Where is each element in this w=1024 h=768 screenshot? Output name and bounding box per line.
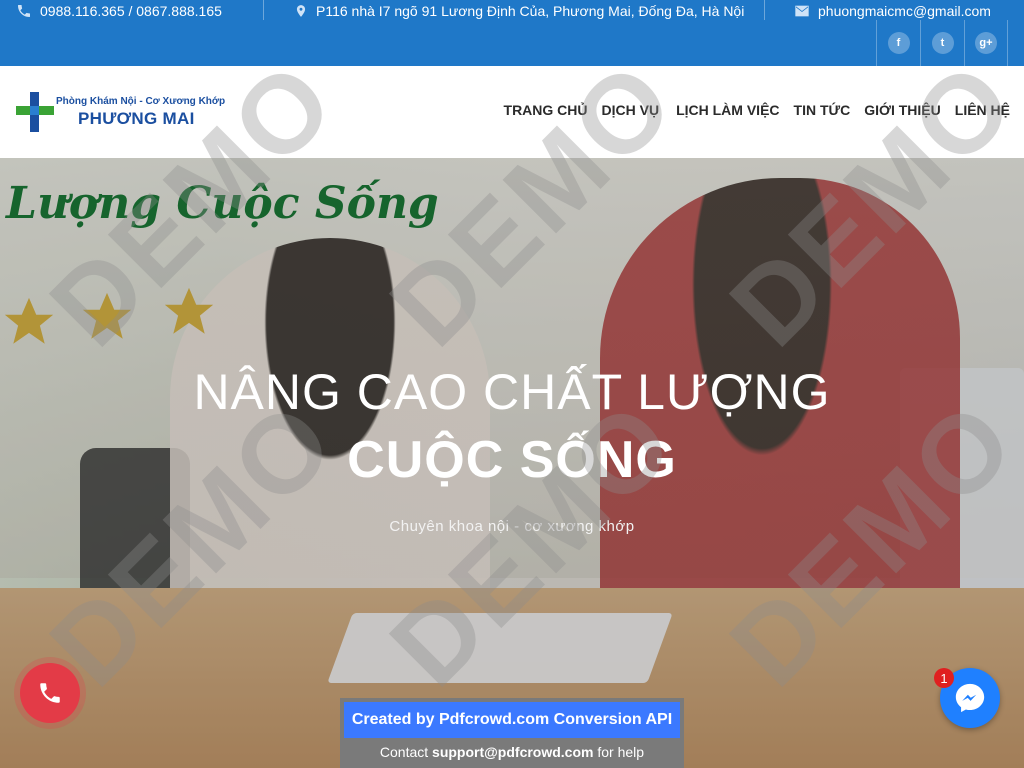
phone-icon bbox=[40, 683, 60, 703]
nav-home[interactable]: TRANG CHỦ bbox=[497, 102, 595, 118]
divider bbox=[263, 0, 264, 20]
site-header: Phòng Khám Nội - Cơ Xương Khớp PHƯƠNG MA… bbox=[0, 66, 1024, 158]
hero-title-line1: NÂNG CAO CHẤT LƯỢNG bbox=[193, 364, 831, 420]
pdfcrowd-contact-prefix: Contact bbox=[379, 744, 433, 760]
pdfcrowd-contact-suffix: for help bbox=[593, 744, 645, 760]
hero-subtitle: Chuyên khoa nội - cơ xương khớp bbox=[389, 518, 635, 535]
logo-name: PHƯƠNG MAI bbox=[78, 109, 195, 128]
twitter-link[interactable]: t bbox=[920, 20, 964, 66]
address-info: P116 nhà I7 ngõ 91 Lương Định Của, Phươn… bbox=[294, 0, 744, 22]
divider bbox=[764, 0, 765, 20]
pdfcrowd-created-link[interactable]: Created by Pdfcrowd.com Conversion API bbox=[344, 702, 680, 738]
google-plus-icon: g+ bbox=[975, 32, 997, 54]
google-plus-link[interactable]: g+ bbox=[964, 20, 1008, 66]
phone-icon bbox=[18, 5, 30, 17]
phone-text: 0988.116.365 / 0867.888.165 bbox=[40, 3, 222, 19]
hero-title-line2: CUỘC SỐNG bbox=[347, 431, 677, 489]
pdfcrowd-support-email[interactable]: support@pdfcrowd.com bbox=[432, 744, 593, 760]
nav-about[interactable]: GIỚI THIỆU bbox=[857, 102, 948, 118]
facebook-link[interactable]: f bbox=[876, 20, 920, 66]
phone-info[interactable]: 0988.116.365 / 0867.888.165 bbox=[16, 0, 222, 22]
top-bar: 0988.116.365 / 0867.888.165 P116 nhà I7 … bbox=[0, 0, 1024, 66]
facebook-icon: f bbox=[887, 32, 910, 54]
logo[interactable]: Phòng Khám Nội - Cơ Xương Khớp PHƯƠNG MA… bbox=[16, 92, 226, 132]
messenger-badge: 1 bbox=[934, 668, 954, 688]
medical-cross-logo-icon bbox=[16, 92, 54, 132]
call-button[interactable] bbox=[20, 663, 80, 723]
logo-tagline: Phòng Khám Nội - Cơ Xương Khớp bbox=[56, 96, 226, 107]
nav-news[interactable]: TIN TỨC bbox=[787, 102, 858, 118]
location-pin-icon bbox=[296, 5, 306, 17]
address-text: P116 nhà I7 ngõ 91 Lương Định Của, Phươn… bbox=[316, 3, 745, 19]
mail-icon bbox=[795, 5, 809, 17]
email-info[interactable]: phuongmaicmc@gmail.com bbox=[794, 0, 991, 22]
email-text: phuongmaicmc@gmail.com bbox=[818, 3, 991, 19]
main-nav: TRANG CHỦ DỊCH VỤ LỊCH LÀM VIỆC TIN TỨC … bbox=[497, 102, 1010, 118]
nav-services[interactable]: DỊCH VỤ bbox=[595, 102, 667, 118]
messenger-icon bbox=[955, 683, 985, 713]
hero-banner: Lượng Cuộc Sống NÂNG CAO CHẤT LƯỢNG CUỘC… bbox=[0, 158, 1024, 768]
pdfcrowd-banner: Created by Pdfcrowd.com Conversion API C… bbox=[340, 698, 684, 768]
nav-contact[interactable]: LIÊN HỆ bbox=[948, 102, 1010, 118]
pdfcrowd-contact: Contact support@pdfcrowd.com for help bbox=[340, 742, 684, 766]
twitter-icon: t bbox=[931, 32, 954, 54]
nav-schedule[interactable]: LỊCH LÀM VIỆC bbox=[666, 102, 786, 118]
